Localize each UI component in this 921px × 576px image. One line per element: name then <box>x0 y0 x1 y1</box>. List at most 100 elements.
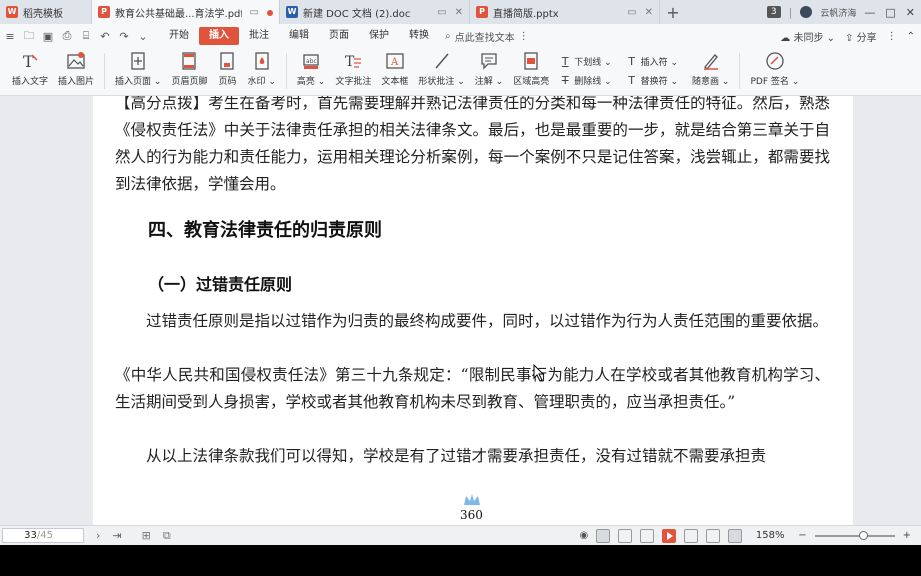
new-tab-button[interactable]: + <box>660 0 686 24</box>
menu-protect[interactable]: 保护 <box>359 27 399 45</box>
close-icon[interactable]: ✕ <box>645 7 653 18</box>
note-icon <box>481 53 497 70</box>
insert-image-label: 插入图片 <box>58 77 95 87</box>
last-page-icon[interactable]: ⇥ <box>112 529 121 542</box>
menu-comment[interactable]: 批注 <box>239 27 279 45</box>
word-icon: W <box>286 6 298 18</box>
freehand-label: 随意画 ⌄ <box>692 77 730 87</box>
more-icon[interactable]: ⋮ <box>519 31 529 42</box>
menu-home[interactable]: 开始 <box>159 27 199 45</box>
total-pages: /45 <box>36 530 53 541</box>
docer-icon: W <box>6 6 18 18</box>
username[interactable]: 云帆济海 <box>820 6 856 19</box>
share-button[interactable]: ⇪ 分享 <box>845 29 877 44</box>
sync-status[interactable]: ☁ 未同步 ⌄ <box>780 29 835 44</box>
add-page-icon[interactable]: ⊞ <box>142 529 151 543</box>
copy-page-icon[interactable]: ⧉ <box>163 529 171 543</box>
header-footer-button[interactable]: 页眉页脚 <box>171 51 207 87</box>
section-heading: 四、教育法律责任的归责原则 <box>148 220 382 241</box>
print-preview-icon[interactable]: ⌸ <box>80 29 92 43</box>
shape-comment-button[interactable]: 形状批注 ⌄ <box>418 51 465 87</box>
zoom-level[interactable]: 158% <box>750 530 790 541</box>
annotation-button[interactable]: 注解 ⌄ <box>475 51 503 87</box>
next-page-icon[interactable]: › <box>96 529 100 542</box>
unsaved-dot-icon[interactable] <box>267 9 273 16</box>
replace-symbol-button[interactable]: T 替换符 ⌄ <box>626 74 678 87</box>
insert-text-button[interactable]: T 插入文字 <box>12 51 48 87</box>
sync-label: 未同步 <box>793 32 824 44</box>
customize-icon[interactable]: ⌄ <box>137 30 149 43</box>
open-folder-icon[interactable]: 🗀 <box>23 27 35 46</box>
tab-docer[interactable]: W 稻壳模板 <box>0 0 92 24</box>
crown-icon <box>464 494 480 505</box>
tab-screen-icon[interactable]: ▭ <box>437 7 446 18</box>
tab-doc[interactable]: W 新建 DOC 文档 (2).doc ▭ ✕ <box>280 0 470 24</box>
header-footer-icon <box>182 52 197 70</box>
single-page-view-icon[interactable] <box>596 528 611 543</box>
hamburger-icon[interactable]: ≡ <box>4 30 16 43</box>
insert-image-button[interactable]: 插入图片 <box>58 51 94 87</box>
continuous-view-icon[interactable] <box>618 528 633 543</box>
text-box-button[interactable]: A 文本框 <box>381 51 408 87</box>
tab-pdf[interactable]: P 教育公共基础最...育法学.pdf ▭ <box>92 0 280 24</box>
more-options-icon[interactable]: ⋮ <box>887 31 897 42</box>
avatar[interactable] <box>800 6 813 18</box>
menu-convert[interactable]: 转换 <box>399 27 439 45</box>
watermark-button[interactable]: 水印 ⌄ <box>247 51 276 87</box>
close-icon[interactable]: ✕ <box>455 7 463 18</box>
page-number-label: 页码 <box>218 77 237 87</box>
menu-edit[interactable]: 编辑 <box>279 27 319 45</box>
actual-size-icon[interactable] <box>728 528 743 543</box>
subsection-heading: （一）过错责任原则 <box>148 275 293 294</box>
strikethrough-button[interactable]: T 删除线 ⌄ <box>559 74 612 87</box>
fit-width-icon[interactable] <box>706 528 721 543</box>
insert-symbol-button[interactable]: T 插入符 ⌄ <box>626 55 678 68</box>
redo-icon[interactable]: ↷ <box>118 30 130 43</box>
zoom-in-icon[interactable]: + <box>903 530 911 541</box>
save-icon[interactable]: ▣ <box>42 30 54 43</box>
freehand-button[interactable]: 随意画 ⌄ <box>692 51 729 87</box>
document-viewport[interactable]: 【高分点拨】考生在备考时，首先需要理解并熟记法律责任的分类和每一种法律责任的特征… <box>0 96 921 525</box>
menu-page[interactable]: 页面 <box>319 27 359 45</box>
pen-icon <box>703 54 718 70</box>
text-comment-button[interactable]: T 文字批注 <box>335 51 371 87</box>
zoom-slider-handle[interactable] <box>858 530 868 540</box>
print-icon[interactable]: ⎙ <box>61 29 73 43</box>
minimize-icon[interactable]: — <box>864 6 875 19</box>
tab-screen-icon[interactable]: ▭ <box>627 7 636 18</box>
text-box-label: 文本框 <box>381 77 409 87</box>
current-page: 33 <box>24 530 37 541</box>
paragraph-law-quote: 《中华人民共和国侵权责任法》第三十九条规定：“限制民事行为能力人在学校或者其他教… <box>115 366 830 411</box>
image-icon <box>67 52 85 69</box>
window-count-badge[interactable]: 3 <box>766 6 781 18</box>
tab-screen-icon[interactable]: ▭ <box>250 7 259 18</box>
pdf-sign-button[interactable]: PDF 签名 ⌄ <box>750 51 799 87</box>
find-text-search[interactable]: ⌕ 点此查找文本 ⋮ <box>445 29 529 44</box>
insert-page-button[interactable]: 插入页面 ⌄ <box>115 51 161 87</box>
play-icon[interactable] <box>662 528 677 543</box>
underline-button[interactable]: T 下划线 ⌄ <box>559 54 612 68</box>
zoom-slider[interactable] <box>814 530 895 540</box>
insert-symbol-icon: T <box>628 54 635 68</box>
highlight-button[interactable]: abc 高亮 ⌄ <box>297 51 325 87</box>
undo-icon[interactable]: ↶ <box>99 30 111 43</box>
close-window-icon[interactable]: ✕ <box>906 6 915 19</box>
replace-symbol-icon: T <box>628 73 635 87</box>
area-highlight-button[interactable]: 区域高亮 <box>513 51 549 87</box>
mouse-cursor-icon <box>533 364 545 382</box>
eye-protection-icon[interactable]: ◉ <box>579 530 588 541</box>
underline-icon: T <box>561 54 569 68</box>
collapse-ribbon-icon[interactable]: ⌃ <box>907 31 915 42</box>
fit-page-icon[interactable] <box>684 528 699 543</box>
page-number-icon <box>220 52 235 70</box>
double-page-view-icon[interactable] <box>640 528 655 543</box>
menu-insert[interactable]: 插入 <box>199 27 239 45</box>
tab-ppt[interactable]: P 直播简版.pptx ▭ ✕ <box>470 0 660 24</box>
maximize-icon[interactable]: □ <box>885 6 895 19</box>
cloud-icon: ☁ <box>780 32 791 44</box>
zoom-out-icon[interactable]: − <box>798 530 806 541</box>
share-label: 分享 <box>856 32 877 44</box>
page-number-input[interactable]: 33 /45 <box>2 528 84 543</box>
page-number-button[interactable]: 页码 <box>217 51 237 87</box>
watermark-icon <box>255 52 269 70</box>
